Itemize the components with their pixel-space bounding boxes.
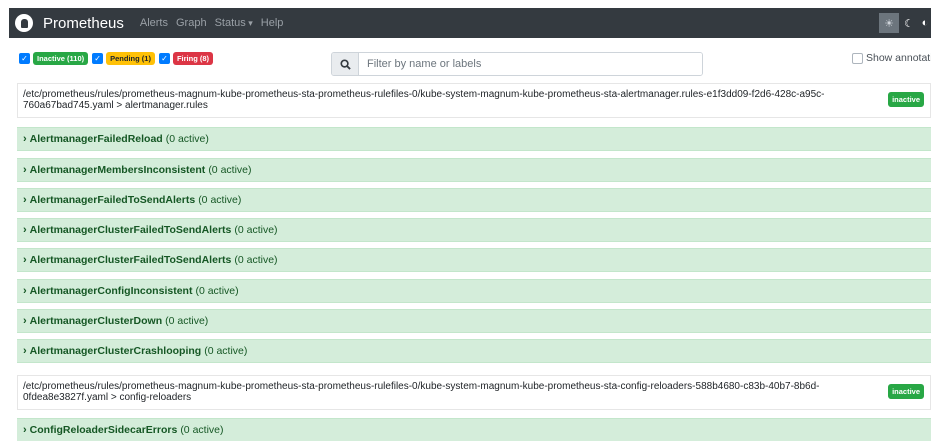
rule-group-path: /etc/prometheus/rules/prometheus-magnum-… [23,381,820,403]
sun-icon[interactable]: ☀ [879,13,899,33]
alert-rule-count: (0 active) [165,133,209,145]
navbar: Prometheus Alerts Graph Status Help ☀ ☾ … [9,8,931,38]
chevron-right-icon: › [23,345,27,357]
inactive-checkbox[interactable]: ✓ [19,53,30,64]
alert-rule-name: AlertmanagerClusterDown [29,315,163,327]
rule-group-header: /etc/prometheus/rules/prometheus-magnum-… [17,83,931,118]
brand-link[interactable]: Prometheus [43,15,124,32]
chevron-right-icon: › [23,285,27,297]
group-state-badge: inactive [888,384,924,399]
alert-rule-name: AlertmanagerFailedReload [29,133,163,145]
chevron-right-icon: › [23,424,27,436]
rule-group-path: /etc/prometheus/rules/prometheus-magnum-… [23,89,825,111]
theme-toggle-group: ☀ ☾ [879,13,919,33]
alert-rule-row[interactable]: › AlertmanagerClusterFailedToSendAlerts … [17,218,931,242]
nav-status-dropdown[interactable]: Status [215,17,253,29]
firing-checkbox[interactable]: ✓ [158,53,170,64]
alert-rule-row[interactable]: › ConfigReloaderSidecarErrors (0 active) [17,418,931,441]
show-annotations-label: Show annotations [866,52,931,64]
firing-badge[interactable]: Firing (8) [172,52,214,65]
alert-rule-count: (0 active) [208,164,252,176]
alert-rule-row[interactable]: › AlertmanagerClusterDown (0 active) [17,309,931,333]
alert-rule-row[interactable]: › AlertmanagerFailedReload (0 active) [17,127,931,151]
state-filter-row: ✓ Inactive (110) ✓ Pending (1) ✓ Firing … [19,52,217,65]
contrast-icon[interactable]: ◐ [919,13,931,33]
chevron-right-icon: › [23,315,27,327]
alert-rule-row[interactable]: › AlertmanagerConfigInconsistent (0 acti… [17,279,931,303]
inactive-badge[interactable]: Inactive (110) [33,52,89,65]
alert-rule-name: AlertmanagerFailedToSendAlerts [29,194,196,206]
chevron-right-icon: › [23,133,27,145]
show-annotations-toggle[interactable]: Show annotations [852,52,931,64]
rule-group-header: /etc/prometheus/rules/prometheus-magnum-… [17,375,931,410]
alert-rule-count: (0 active) [234,254,278,266]
search-box [331,52,703,76]
pending-badge[interactable]: Pending (1) [106,52,155,65]
search-icon [332,53,359,75]
chevron-right-icon: › [23,224,27,236]
alert-rule-name: AlertmanagerClusterCrashlooping [29,345,202,357]
moon-icon[interactable]: ☾ [899,13,919,33]
nav-help-link[interactable]: Help [261,17,284,29]
prometheus-logo-icon[interactable] [15,14,33,32]
alert-rule-row[interactable]: › AlertmanagerClusterFailedToSendAlerts … [17,248,931,272]
alert-rule-count: (0 active) [198,194,242,206]
alert-rule-count: (0 active) [234,224,278,236]
alert-rule-row[interactable]: › AlertmanagerClusterCrashlooping (0 act… [17,339,931,363]
alert-rule-count: (0 active) [204,345,248,357]
alert-rule-name: AlertmanagerClusterFailedToSendAlerts [29,224,232,236]
alert-rule-name: ConfigReloaderSidecarErrors [29,424,178,436]
group-state-badge: inactive [888,92,924,107]
alert-rule-count: (0 active) [180,424,224,436]
alert-rule-name: AlertmanagerClusterFailedToSendAlerts [29,254,232,266]
alert-rule-name: AlertmanagerConfigInconsistent [29,285,193,297]
alert-rule-count: (0 active) [195,285,239,297]
search-input[interactable] [359,53,702,75]
chevron-right-icon: › [23,164,27,176]
alert-rule-row[interactable]: › AlertmanagerFailedToSendAlerts (0 acti… [17,188,931,212]
nav-graph-link[interactable]: Graph [176,17,207,29]
pending-checkbox[interactable]: ✓ [92,53,104,64]
alert-rule-count: (0 active) [165,315,209,327]
show-annotations-checkbox[interactable] [852,52,863,64]
nav-alerts-link[interactable]: Alerts [140,17,168,29]
chevron-right-icon: › [23,194,27,206]
alert-rule-row[interactable]: › AlertmanagerMembersInconsistent (0 act… [17,158,931,182]
alert-rule-name: AlertmanagerMembersInconsistent [29,164,206,176]
chevron-right-icon: › [23,254,27,266]
